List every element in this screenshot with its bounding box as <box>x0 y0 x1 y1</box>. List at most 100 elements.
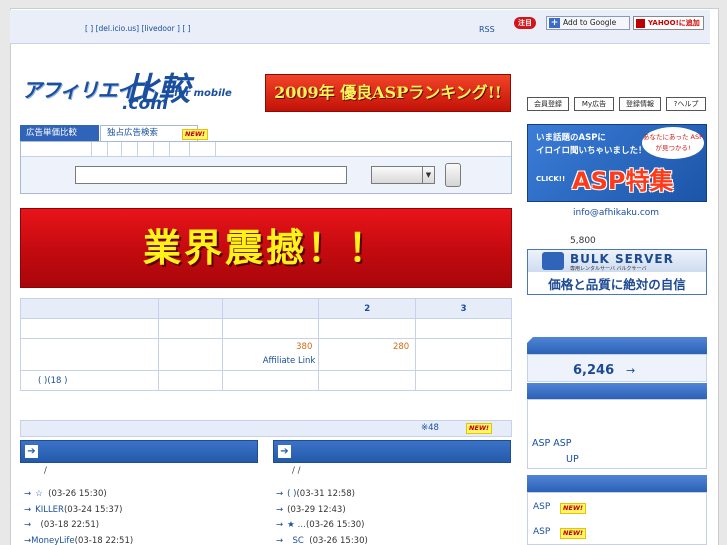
sidebar-box-header <box>527 383 707 399</box>
item-date: (03-26 15:30) <box>309 535 368 545</box>
bulk-banner-top: BULK SERVER 専用レンタルサーバ バルクサーバ <box>528 250 706 272</box>
table-cell <box>157 318 223 339</box>
server-icon <box>542 252 564 270</box>
bulk-server-banner[interactable]: BULK SERVER 専用レンタルサーバ バルクサーバ 価格と品質に絶対の自信 <box>527 249 707 295</box>
asp-new-item-1[interactable]: ASP <box>533 502 550 512</box>
category-cell[interactable] <box>91 142 92 157</box>
category-cell[interactable] <box>153 142 154 157</box>
item-title: ☆ <box>35 489 43 499</box>
logo-text-com: .com <box>122 94 168 114</box>
item-date: (03-18 22:51) <box>40 520 100 530</box>
table-cell <box>157 338 223 371</box>
add-to-yahoo-button[interactable]: YAHOO!に追加 <box>633 16 704 30</box>
sidebar-box-count: 6,246 → <box>527 354 707 382</box>
section-strip: ※48 <box>20 420 512 437</box>
category-cell[interactable] <box>121 142 122 157</box>
sidebar-box-header <box>527 475 707 492</box>
contact-email[interactable]: info@afhikaku.com <box>573 208 659 218</box>
arrow-icon: → <box>276 535 284 545</box>
rss-link[interactable]: RSS <box>479 25 495 34</box>
arrow-icon: → <box>276 489 284 499</box>
asp-banner-click: CLICK!! <box>536 175 566 183</box>
list-item[interactable]: → (03-18 22:51) <box>24 518 133 534</box>
category-cell[interactable] <box>137 142 138 157</box>
category-row <box>21 142 511 157</box>
category-cell[interactable] <box>215 142 216 157</box>
item-title: ★ … <box>287 520 306 530</box>
search-select[interactable]: ▼ <box>371 166 435 184</box>
table-cell <box>318 318 417 339</box>
arrow-icon: → <box>24 489 32 499</box>
arrow-right-icon: ➔ <box>25 445 38 458</box>
registered-count: 6,246 <box>573 363 615 378</box>
category-cell[interactable] <box>189 142 190 157</box>
asp-line-1[interactable]: ASP ASP <box>532 438 572 449</box>
news-list-right: →( )(03-31 12:58) → (03-29 12:43) → ★ …(03… <box>276 487 368 545</box>
asp-ranking-banner[interactable]: 2009年 優良ASPランキング!! <box>265 74 511 112</box>
yahoo-icon <box>636 19 645 28</box>
arrow-right-icon[interactable]: → <box>626 364 635 377</box>
new-badge: NEW! <box>182 129 209 140</box>
column-subline: / <box>44 466 47 476</box>
list-item[interactable]: → ☆ (03-26 15:30) <box>24 487 133 503</box>
arrow-icon: → <box>276 520 284 530</box>
asp-banner-title: ASP特集 <box>572 167 674 195</box>
table-cell <box>415 338 512 371</box>
category-cell[interactable] <box>169 142 170 157</box>
list-item[interactable]: → SC (03-26 15:30) <box>276 534 368 545</box>
list-item[interactable]: → (03-29 12:43) <box>276 503 368 519</box>
bookmark-links[interactable]: [ ] [del.icio.us] [livedoor ] [ ] <box>85 24 191 33</box>
price-value: 380 <box>296 342 313 352</box>
list-item[interactable]: → ★ …(03-26 15:30) <box>276 518 368 534</box>
account-info-button[interactable]: 登録情報 <box>619 97 661 111</box>
table-header-cell <box>157 298 223 319</box>
site-logo[interactable]: アフィリエイト 比較 .com for mobile <box>22 64 232 116</box>
item-date: (03-26 15:30) <box>305 520 365 530</box>
item-date: (03-29 12:43) <box>287 504 346 515</box>
item-date: (03-31 12:58) <box>296 489 355 499</box>
asp-feature-banner[interactable]: いま話題のASPに イロイロ聞いちゃいました！ あなたにあった ASPが見つかる… <box>527 124 707 202</box>
add-to-google-button[interactable]: + Add to Google <box>546 16 630 30</box>
news-list-left: → ☆ (03-26 15:30) → KILLER(03-24 15:37) → … <box>24 487 133 545</box>
affiliate-link[interactable]: Affiliate Link <box>223 356 316 366</box>
bulk-tagline: 価格と品質に絶対の自信 <box>548 277 686 292</box>
arrow-icon: → <box>24 504 32 515</box>
table-cell <box>221 318 320 339</box>
item-date: (03-24 15:37) <box>63 504 123 515</box>
asp-banner-line2: イロイロ聞いちゃいました！ <box>536 146 647 156</box>
list-item[interactable]: →MoneyLife(03-18 22:51) <box>24 534 133 545</box>
help-button[interactable]: ?ヘルプ <box>666 97 706 111</box>
bulk-sub: 専用レンタルサーバ バルクサーバ <box>570 266 647 272</box>
table-cell: 380 Affiliate Link <box>221 338 320 371</box>
notice-badge: 注目 <box>514 17 536 29</box>
search-panel: ▼ <box>20 141 512 194</box>
table-cell <box>221 370 320 391</box>
arrow-right-icon: ➔ <box>278 445 291 458</box>
ranking-table: 2 3 380 Affiliate Link 280 <box>20 298 512 391</box>
search-button[interactable] <box>445 163 461 187</box>
industry-shock-banner[interactable]: 業界震撼！！ <box>20 208 512 288</box>
strip-note: ※48 <box>421 423 439 433</box>
table-header-row: 2 3 <box>20 298 512 319</box>
plus-icon: + <box>549 18 560 28</box>
table-header-cell <box>221 298 320 319</box>
table-header-cell: 2 <box>318 298 417 319</box>
table-header-cell: 3 <box>415 298 512 319</box>
recent-count-link[interactable]: ( )(18 ) <box>38 376 67 386</box>
list-item[interactable]: → KILLER(03-24 15:37) <box>24 503 133 519</box>
tab-price-compare[interactable]: 広告単価比較 <box>20 125 99 141</box>
sidebar-box-header <box>527 337 707 354</box>
asp-line-2[interactable]: UP <box>566 454 579 465</box>
category-cell[interactable] <box>107 142 108 157</box>
logo-text-mobile: for mobile <box>174 88 232 99</box>
list-item[interactable]: →( )(03-31 12:58) <box>276 487 368 503</box>
item-date: (03-26 15:30) <box>48 489 107 499</box>
table-cell <box>415 318 512 339</box>
register-button[interactable]: 会員登録 <box>527 97 569 111</box>
new-badge: NEW! <box>560 503 587 514</box>
asp-new-item-2[interactable]: ASP <box>533 527 550 537</box>
chevron-down-icon: ▼ <box>422 167 434 183</box>
my-ads-button[interactable]: My広告 <box>574 97 614 111</box>
item-date: (03-18 22:51) <box>74 535 134 545</box>
search-input[interactable] <box>75 166 347 184</box>
